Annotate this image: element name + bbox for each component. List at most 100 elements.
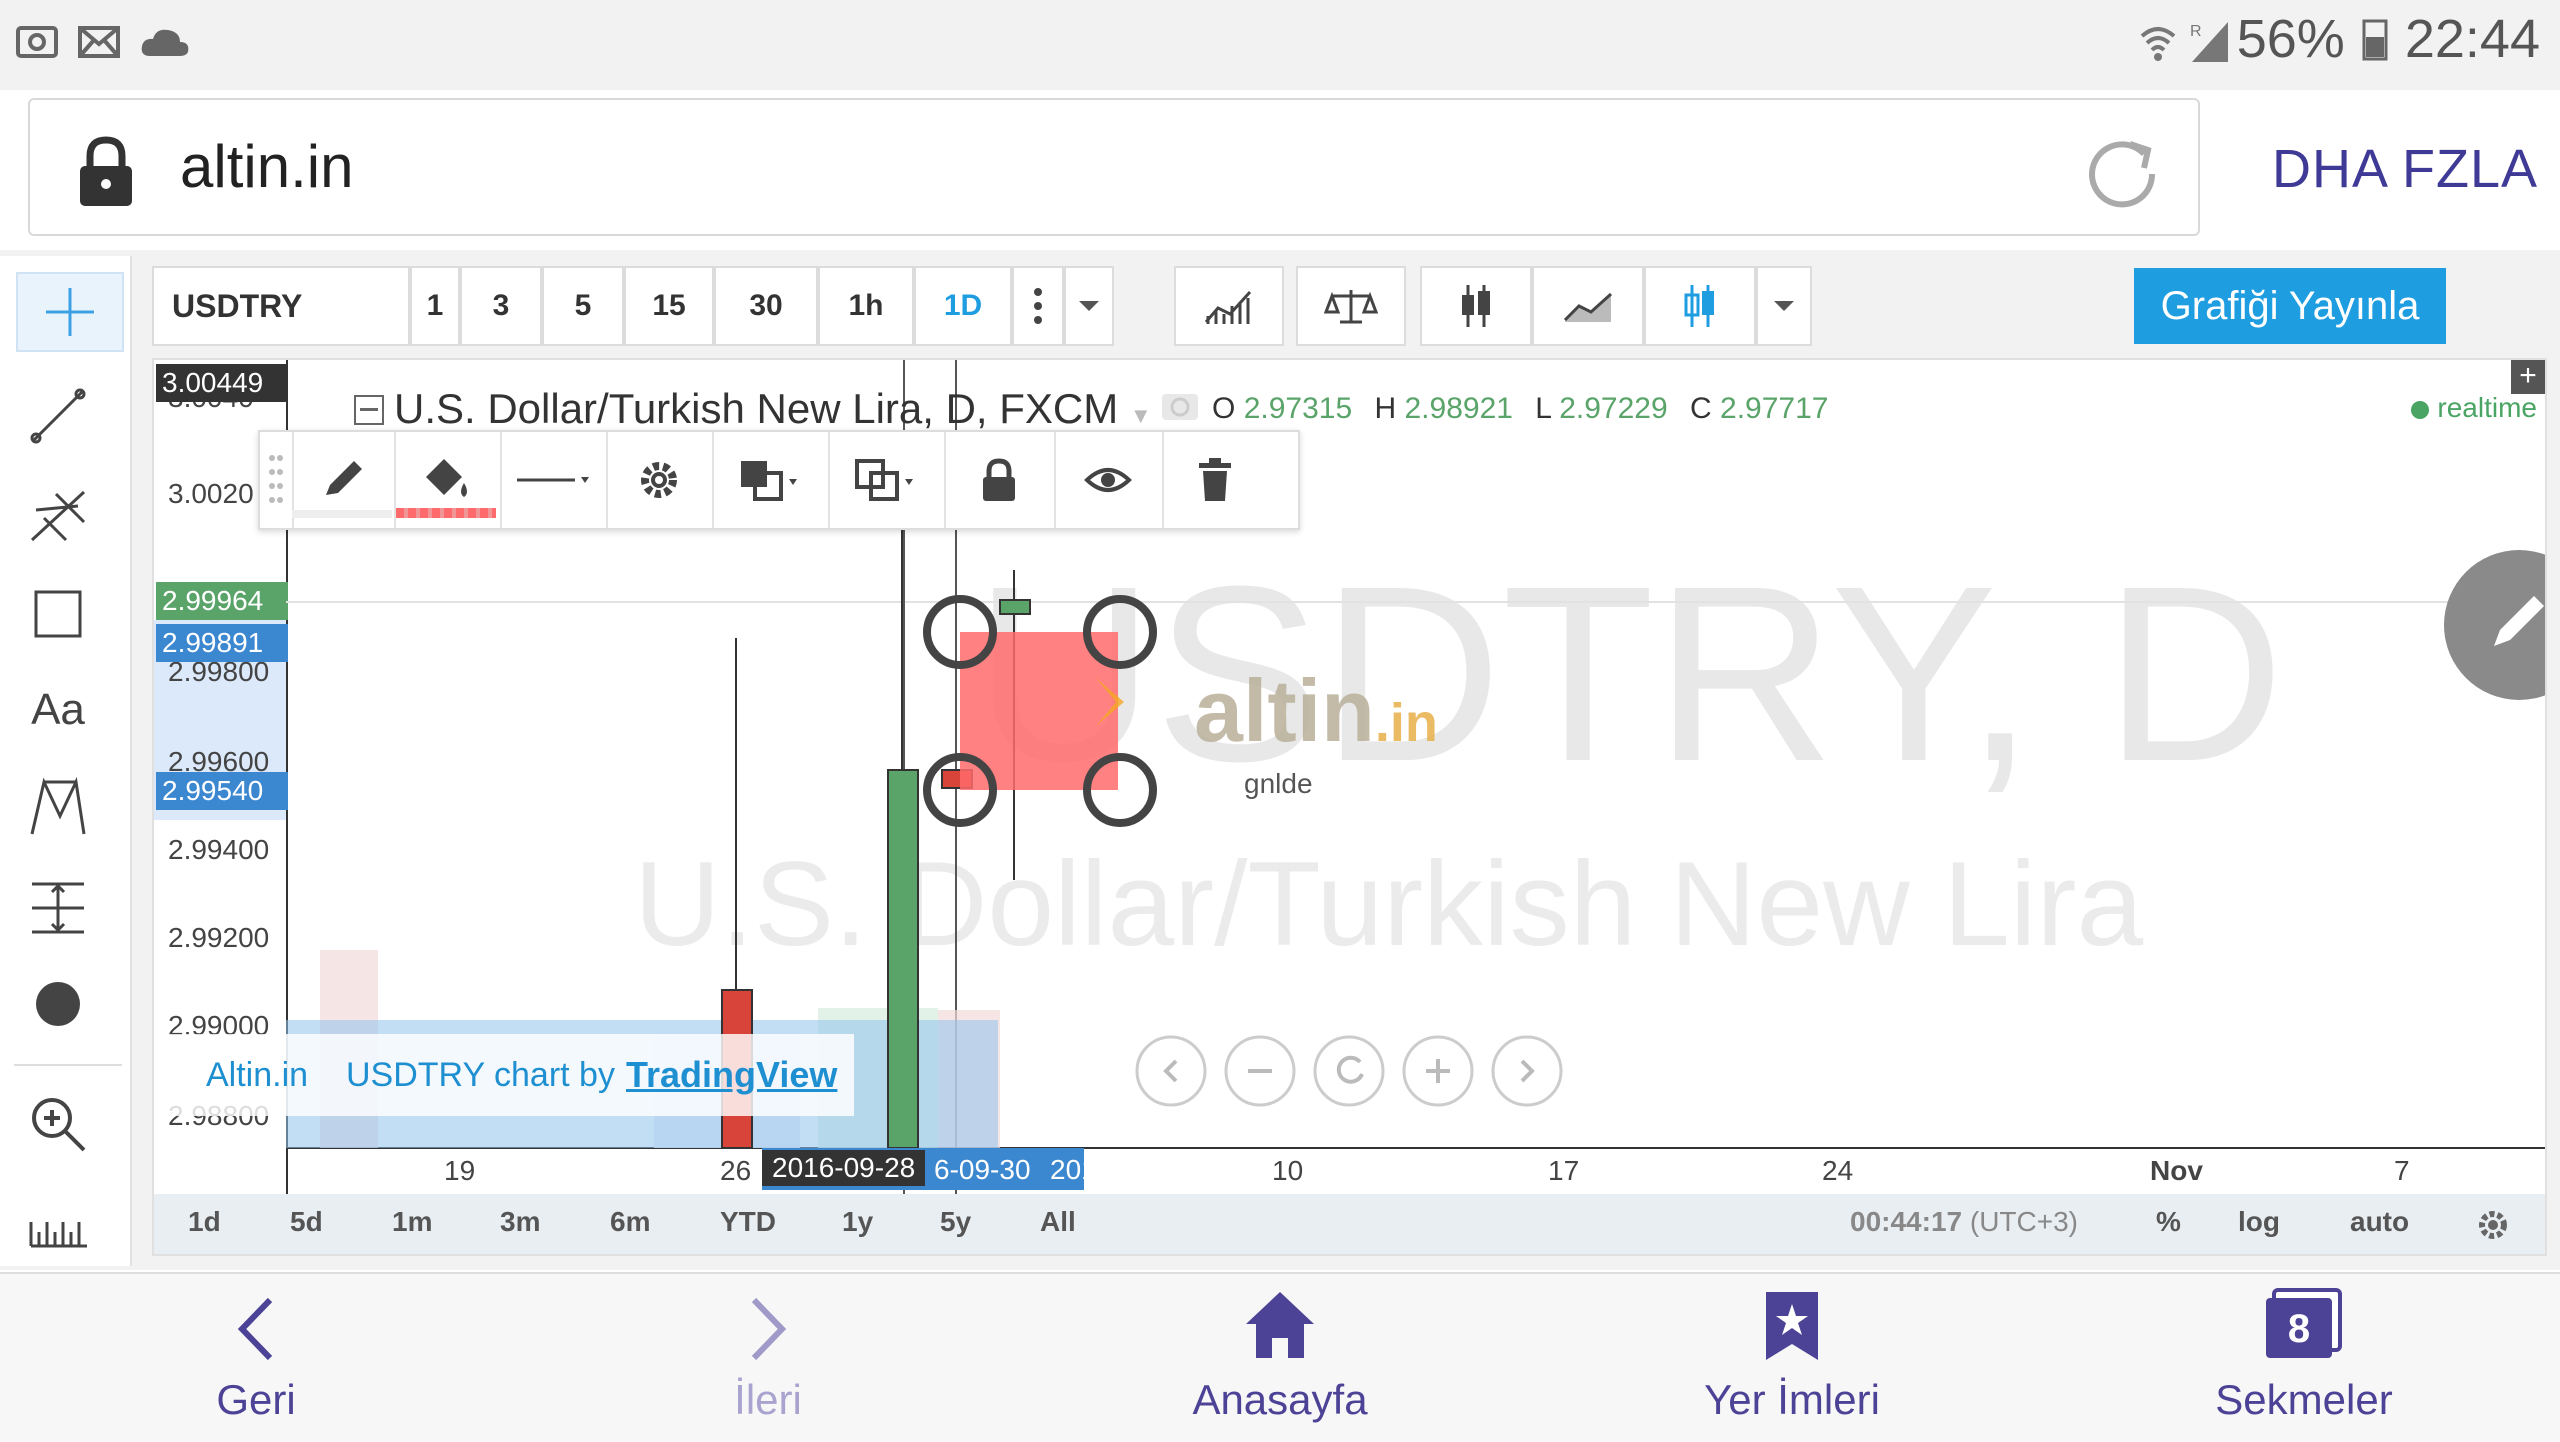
arrange-button[interactable] xyxy=(712,432,830,528)
nav-forward[interactable]: İleri xyxy=(618,1274,918,1442)
line-color-button[interactable] xyxy=(292,432,396,528)
site-logo-suffix: .in xyxy=(1374,693,1438,753)
measure-tool[interactable] xyxy=(18,868,98,948)
interval-30[interactable]: 30 xyxy=(714,266,818,346)
range-6m[interactable]: 6m xyxy=(610,1206,650,1238)
interval-1[interactable]: 1 xyxy=(410,266,460,346)
clone-button[interactable] xyxy=(828,432,946,528)
mail-icon xyxy=(78,26,120,58)
scroll-right-button xyxy=(1491,1035,1563,1107)
interval-1d[interactable]: 1D xyxy=(914,266,1012,346)
reset-button xyxy=(1313,1035,1385,1107)
interval-5[interactable]: 5 xyxy=(542,266,624,346)
range-1y[interactable]: 1y xyxy=(842,1206,873,1238)
pitchfork-tool[interactable] xyxy=(18,474,98,554)
range-1d[interactable]: 1d xyxy=(188,1206,221,1238)
drawing-toolbar: Aa xyxy=(0,256,132,1266)
auto-toggle[interactable]: auto xyxy=(2350,1206,2409,1238)
nav-bookmarks[interactable]: Yer İmleri xyxy=(1642,1274,1942,1442)
screenshot-icon xyxy=(16,26,58,58)
time-label: 19 xyxy=(444,1155,476,1186)
compare-button[interactable] xyxy=(1296,266,1406,346)
candles-style-button[interactable] xyxy=(1644,266,1756,346)
range-5y[interactable]: 5y xyxy=(940,1206,971,1238)
eye-icon xyxy=(1084,468,1132,492)
visibility-button[interactable] xyxy=(1054,432,1164,528)
zoom-tool[interactable] xyxy=(18,1084,98,1164)
date-range-bar: 1d 5d 1m 3m 6m YTD 1y 5y All 00:44:17 (U… xyxy=(154,1194,2545,1254)
marker-tool[interactable] xyxy=(18,964,98,1044)
url-text[interactable]: altin.in xyxy=(180,132,353,201)
nav-home[interactable]: Anasayfa xyxy=(1130,1274,1430,1442)
chart-area[interactable]: USDTRY, D U.S. Dollar/Turkish New Lira 3… xyxy=(152,358,2547,1256)
log-toggle[interactable]: log xyxy=(2238,1206,2280,1238)
interval-3[interactable]: 3 xyxy=(460,266,542,346)
bars-style-button[interactable] xyxy=(1420,266,1532,346)
more-intervals-button[interactable] xyxy=(1012,266,1064,346)
address-bar[interactable]: altin.in xyxy=(28,98,2200,236)
live-dot-icon xyxy=(2411,401,2430,419)
clone-icon xyxy=(855,459,913,501)
bookmark-star-icon xyxy=(1766,1292,1818,1360)
pencil-icon xyxy=(2494,596,2544,646)
line-style-button[interactable] xyxy=(1532,266,1644,346)
svg-text:R: R xyxy=(2190,23,2202,40)
fill-color-button[interactable] xyxy=(394,432,502,528)
time-tag-start: 2016-09-28 xyxy=(762,1150,926,1186)
candles-blue-icon xyxy=(1684,285,1714,327)
range-5d[interactable]: 5d xyxy=(290,1206,323,1238)
range-ytd[interactable]: YTD xyxy=(720,1206,776,1238)
credit-text: USDTRY chart by xyxy=(346,1056,615,1094)
range-1m[interactable]: 1m xyxy=(392,1206,432,1238)
time-label: 7 xyxy=(2394,1155,2410,1186)
percent-toggle[interactable]: % xyxy=(2156,1206,2181,1238)
interval-1h[interactable]: 1h xyxy=(818,266,914,346)
symbol-search[interactable]: USDTRY xyxy=(152,266,410,346)
symbol-legend[interactable]: U.S. Dollar/Turkish New Lira, D, FXCM ▼ xyxy=(354,385,1152,433)
hide-eye-icon[interactable] xyxy=(1160,390,1200,424)
open-label: O xyxy=(1212,392,1236,425)
range-all[interactable]: All xyxy=(1040,1206,1076,1238)
nav-back[interactable]: Geri xyxy=(106,1274,406,1442)
maximize-button[interactable]: + xyxy=(2511,360,2545,394)
trend-line-icon xyxy=(30,388,86,444)
area-chart-icon xyxy=(1563,292,1613,322)
text-tool[interactable]: Aa xyxy=(18,670,98,750)
delete-button[interactable] xyxy=(1162,432,1268,528)
home-icon xyxy=(1246,1292,1314,1358)
pattern-tool[interactable] xyxy=(18,768,98,848)
open-value: 2.97315 xyxy=(1243,392,1353,425)
crosshair-tool[interactable] xyxy=(16,272,124,352)
line-style-button[interactable] xyxy=(500,432,608,528)
menu-button[interactable]: DHA FZLA xyxy=(2272,138,2538,200)
rectangle-tool[interactable] xyxy=(18,574,98,654)
legend-chevron-icon[interactable]: ▼ xyxy=(1130,403,1152,428)
interval-15[interactable]: 15 xyxy=(624,266,714,346)
interval-dropdown[interactable] xyxy=(1064,266,1114,346)
trend-line-tool[interactable] xyxy=(18,376,98,456)
indicators-button[interactable] xyxy=(1174,266,1284,346)
settings-button[interactable] xyxy=(606,432,714,528)
chart-settings-icon[interactable] xyxy=(2474,1206,2512,1244)
trash-icon xyxy=(1199,458,1231,501)
circle-marker-icon xyxy=(36,982,80,1026)
tradingview-link[interactable]: TradingView xyxy=(626,1054,837,1096)
publish-button[interactable]: Grafiği Yayınla xyxy=(2134,268,2446,344)
chart-navigation[interactable] xyxy=(1134,1034,1574,1108)
collapse-icon[interactable] xyxy=(354,395,384,425)
drag-handle[interactable] xyxy=(260,432,294,528)
reload-icon[interactable] xyxy=(2082,130,2162,210)
clock-readout[interactable]: 00:44:17 (UTC+3) xyxy=(1850,1206,2078,1238)
ruler-tool[interactable] xyxy=(18,1182,98,1262)
time-tag-mid: 6-09-30 xyxy=(934,1154,1031,1185)
ruler-icon xyxy=(29,1222,87,1248)
bottom-navigation: Geri İleri Anasayfa Yer İmleri 8 Sekmele… xyxy=(0,1272,2560,1442)
credit-site[interactable]: Altin.in xyxy=(206,1056,308,1095)
nav-tabs[interactable]: 8 Sekmeler xyxy=(2154,1274,2454,1442)
style-dropdown[interactable] xyxy=(1756,266,1812,346)
lock-button[interactable] xyxy=(944,432,1056,528)
range-3m[interactable]: 3m xyxy=(500,1206,540,1238)
time-label: 26 xyxy=(720,1155,752,1186)
status-bar: R 56% 22:44 xyxy=(0,0,2560,90)
symbol-title: U.S. Dollar/Turkish New Lira, D, FXCM xyxy=(394,385,1119,432)
